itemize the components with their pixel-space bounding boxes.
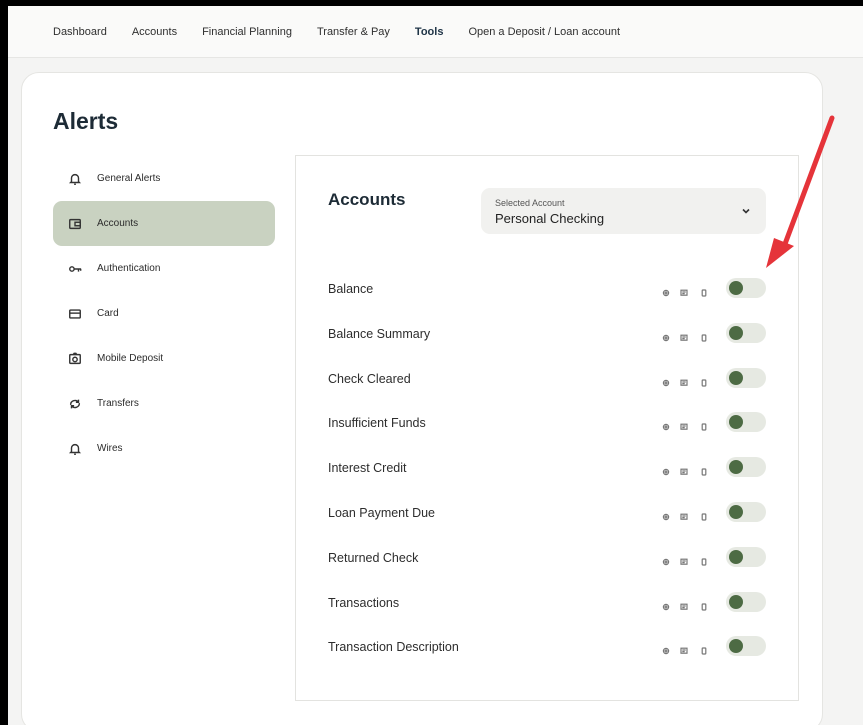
message-icon [680,418,688,431]
email-icon [662,374,670,386]
alert-row: Transaction Description [328,636,768,660]
bell-icon [67,171,83,187]
panel-title: Accounts [328,190,406,209]
alert-label: Balance Summary [328,326,431,341]
email-icon [662,598,670,610]
alert-row: Balance Summary [328,322,768,347]
sidebar-item-label: General Alerts [97,173,161,184]
sidebar-item-mobile-deposit[interactable]: Mobile Deposit [53,336,275,381]
alert-row: Transactions [328,591,768,616]
page-title: Alerts [53,108,119,134]
top-navigation: Dashboard Accounts Financial Planning Tr… [8,6,863,58]
email-icon [662,553,670,565]
sidebar-item-accounts[interactable]: Accounts [53,201,275,246]
sidebar-item-label: Transfers [97,398,139,409]
phone-icon [700,374,708,387]
bell-icon [67,441,83,457]
alert-label: Balance [328,282,374,296]
alert-label: Loan Payment Due [328,506,436,520]
sidebar-item-transfers[interactable]: Transfers [53,381,275,426]
phone-icon [700,284,708,297]
nav-dashboard[interactable]: Dashboard [53,26,107,38]
phone-icon [700,598,708,611]
select-label: Selected Account [495,198,565,208]
alert-row: Check Cleared [328,367,768,392]
message-icon [680,642,688,655]
select-value: Personal Checking [495,211,605,226]
wallet-icon [67,216,83,232]
sidebar-item-label: Wires [97,443,123,454]
alert-row: Returned Check [328,546,768,571]
message-icon [680,598,688,610]
phone-icon [700,463,708,476]
toggle-knob [729,639,743,654]
alerts-sidebar: General Alerts Accounts Authentication C… [53,156,275,471]
alert-label: Interest Credit [328,461,407,476]
toggle-knob [729,281,743,295]
email-icon [662,284,670,297]
alert-toggle[interactable] [726,546,766,567]
toggle-knob [729,505,743,519]
nav-tools[interactable]: Tools [415,26,444,38]
alert-label: Transactions [328,595,400,610]
alert-label: Transaction Description [328,640,459,655]
toggle-knob [729,460,743,475]
message-icon [680,463,688,475]
transfer-icon [67,396,83,412]
sidebar-item-authentication[interactable]: Authentication [53,246,275,291]
sidebar-item-wires[interactable]: Wires [53,426,275,471]
alert-toggle[interactable] [726,367,766,388]
nav-open-account[interactable]: Open a Deposit / Loan account [468,26,620,38]
toggle-knob [729,549,743,564]
message-icon [680,508,688,520]
nav-financial-planning[interactable]: Financial Planning [202,26,292,38]
alert-toggle[interactable] [726,278,766,298]
email-icon [662,418,670,431]
card-icon [67,306,83,322]
camera-icon [67,351,83,367]
alert-row: Insufficient Funds [328,412,768,436]
alert-label: Insufficient Funds [328,416,426,431]
phone-icon [700,642,708,655]
message-icon [680,374,688,386]
chevron-down-icon [740,204,752,216]
nav-accounts[interactable]: Accounts [132,26,177,38]
message-icon [680,553,688,565]
phone-icon [700,553,708,566]
toggle-knob [729,415,743,430]
alert-toggle[interactable] [726,591,766,612]
alert-toggle[interactable] [726,322,766,343]
alert-toggle[interactable] [726,457,766,478]
email-icon [662,329,670,341]
phone-icon [700,418,708,431]
sidebar-item-general-alerts[interactable]: General Alerts [53,156,275,201]
alert-row: Loan Payment Due [328,502,768,526]
toggle-knob [729,370,743,385]
message-icon [680,329,688,341]
toggle-knob [729,594,743,609]
alert-toggle[interactable] [726,412,766,433]
sidebar-item-label: Accounts [97,218,139,229]
alert-label: Check Cleared [328,371,411,386]
key-icon [67,261,83,277]
email-icon [662,463,670,476]
alert-label: Returned Check [328,550,419,565]
alert-toggle[interactable] [726,502,766,522]
nav-transfer-pay[interactable]: Transfer & Pay [317,26,390,38]
message-icon [680,284,688,296]
sidebar-item-label: Mobile Deposit [97,353,164,364]
phone-icon [700,508,708,521]
sidebar-item-label: Authentication [97,263,161,274]
alert-toggle[interactable] [726,636,766,657]
phone-icon [700,329,708,342]
sidebar-item-card[interactable]: Card [53,291,275,336]
email-icon [662,508,670,521]
alert-row: Interest Credit [328,457,768,481]
alert-row: Balance [328,278,768,302]
email-icon [662,642,670,655]
sidebar-item-label: Card [97,308,119,319]
toggle-knob [729,325,743,340]
account-select[interactable]: Selected Account Personal Checking [481,188,766,234]
